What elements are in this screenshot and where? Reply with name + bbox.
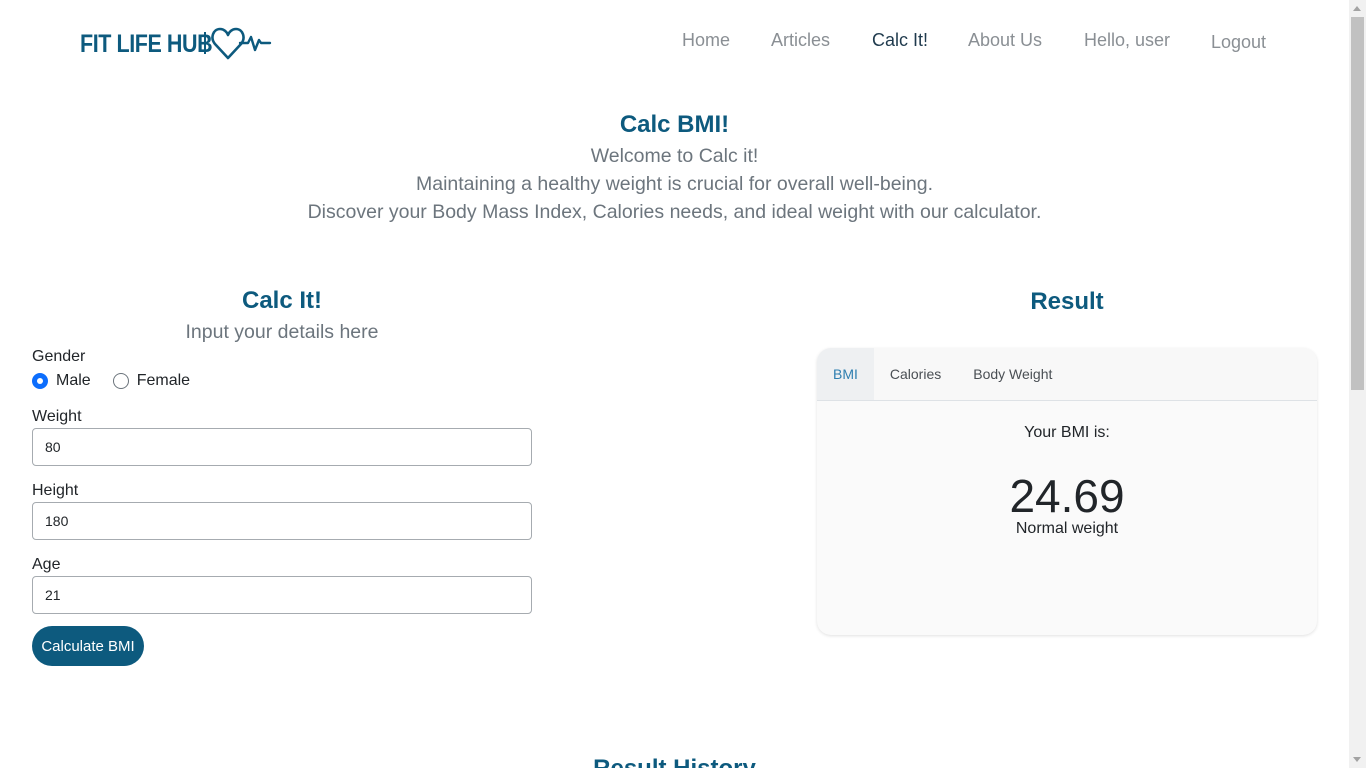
hero-description-text: Discover your Body Mass Index, Calories …	[307, 201, 1042, 223]
result-tabs: BMI Calories Body Weight	[817, 348, 1317, 401]
form-title: Calc It!	[241, 287, 322, 314]
result-history-title: Result History	[0, 752, 1349, 768]
calc-form: Calc It! Input your details here Gender …	[32, 284, 532, 666]
nav-item-articles[interactable]: Articles	[771, 30, 830, 51]
height-input[interactable]: 180	[32, 502, 532, 540]
tab-calories[interactable]: Calories	[874, 348, 957, 400]
tab-body-weight[interactable]: Body Weight	[957, 348, 1068, 400]
tab-bmi[interactable]: BMI	[817, 348, 874, 400]
weight-input-value: 80	[45, 439, 61, 455]
height-input-value: 180	[45, 513, 69, 529]
age-input-value: 21	[45, 587, 61, 603]
form-subtitle: Input your details here	[185, 321, 379, 343]
scroll-up-arrow-icon[interactable]	[1353, 6, 1361, 11]
navbar: FIT LIFE HUB Home Articles Calc It! Abou…	[0, 0, 1349, 88]
nav-item-home[interactable]: Home	[682, 30, 730, 51]
result-title: Result	[1030, 288, 1104, 315]
gender-radio-female[interactable]	[112, 373, 129, 389]
bmi-category: Normal weight	[1015, 520, 1119, 537]
page-scrollbar[interactable]	[1349, 0, 1366, 768]
page-title: Calc BMI!	[619, 111, 730, 138]
result-card: BMI Calories Body Weight Your BMI is: 24…	[817, 348, 1317, 635]
calculate-bmi-button[interactable]: Calculate BMI	[32, 626, 144, 666]
weight-label: Weight	[32, 408, 82, 425]
page: FIT LIFE HUB Home Articles Calc It! Abou…	[0, 0, 1349, 768]
nav-links: Home Articles Calc It! About Us Hello, u…	[0, 30, 1349, 60]
gender-label: Gender	[32, 348, 86, 365]
gender-radio-group: Male Female	[32, 371, 190, 391]
bmi-caption: Your BMI is:	[1024, 424, 1110, 441]
nav-item-calc-it[interactable]: Calc It!	[872, 30, 928, 51]
scrollbar-thumb[interactable]	[1351, 17, 1364, 390]
nav-user-greeting[interactable]: Hello, user	[1084, 30, 1170, 51]
height-label: Height	[32, 482, 79, 499]
age-label: Age	[32, 556, 61, 573]
gender-radio-male[interactable]	[32, 373, 48, 389]
hero-welcome-text: Welcome to Calc it!	[590, 145, 759, 167]
age-input[interactable]: 21	[32, 576, 532, 614]
weight-input[interactable]: 80	[32, 428, 532, 466]
hero-intro-text: Maintaining a healthy weight is crucial …	[415, 173, 933, 195]
hero-section: Calc BMI! Welcome to Calc it! Maintainin…	[0, 108, 1349, 226]
nav-item-about-us[interactable]: About Us	[968, 30, 1042, 51]
scroll-down-arrow-icon[interactable]	[1353, 757, 1361, 762]
bmi-value: 24.69	[1009, 470, 1125, 522]
nav-item-logout[interactable]: Logout	[1211, 32, 1266, 53]
gender-option-male-label[interactable]: Male	[56, 372, 91, 390]
gender-option-female-label[interactable]: Female	[137, 372, 190, 390]
